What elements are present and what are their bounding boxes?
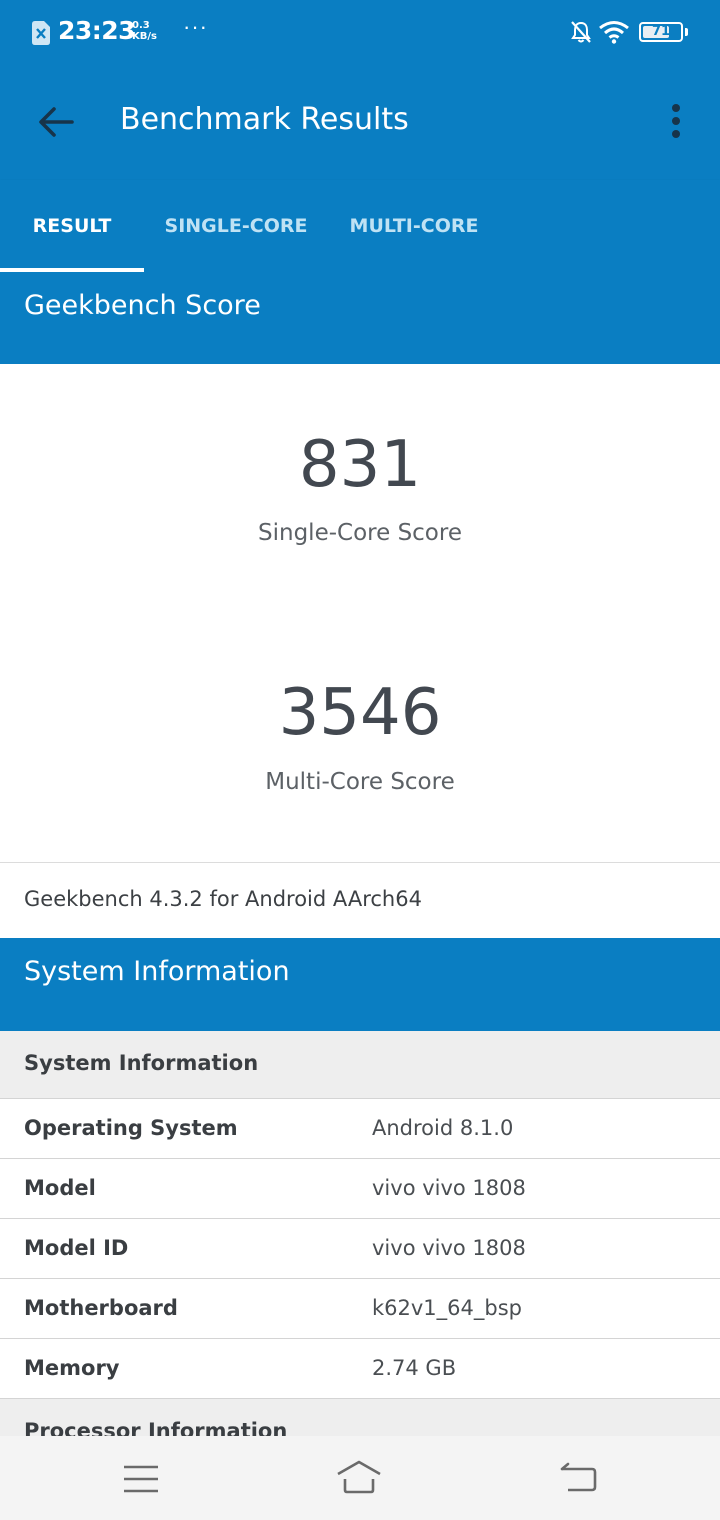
row-value: vivo vivo 1808	[372, 1236, 526, 1260]
network-speed-value: 0.3	[132, 20, 150, 31]
battery-indicator: 71	[639, 22, 683, 42]
table-row: Memory 2.74 GB	[0, 1339, 720, 1399]
single-core-label: Single-Core Score	[258, 520, 462, 546]
section-header-system-information: System Information	[0, 938, 720, 1031]
status-bar: 23:23 0.3 KB/s ··· 71	[0, 0, 720, 64]
wifi-icon	[599, 21, 629, 44]
network-speed-unit: KB/s	[132, 31, 157, 42]
network-speed: 0.3 KB/s	[132, 20, 164, 42]
group-title: System Information	[24, 1051, 259, 1075]
tab-bar: RESULT SINGLE-CORE MULTI-CORE	[0, 180, 720, 272]
row-key: Model	[24, 1176, 96, 1200]
back-icon[interactable]	[554, 1456, 600, 1502]
tab-result[interactable]: RESULT	[0, 180, 144, 272]
section-title: Geekbench Score	[24, 290, 261, 321]
table-row: Operating System Android 8.1.0	[0, 1099, 720, 1159]
row-key: Memory	[24, 1356, 120, 1380]
row-value: Android 8.1.0	[372, 1116, 514, 1140]
multi-core-label: Multi-Core Score	[265, 769, 455, 795]
bell-off-icon	[571, 21, 591, 43]
table-row: Motherboard k62v1_64_bsp	[0, 1279, 720, 1339]
arrow-left-icon[interactable]	[36, 104, 76, 140]
home-icon[interactable]	[336, 1456, 382, 1502]
sim-card-icon	[32, 21, 50, 45]
version-row: Geekbench 4.3.2 for Android AArch64	[0, 862, 720, 938]
row-value: k62v1_64_bsp	[372, 1296, 522, 1320]
battery-level: 71	[651, 24, 671, 39]
row-key: Operating System	[24, 1116, 238, 1140]
row-key: Motherboard	[24, 1296, 178, 1320]
version-text: Geekbench 4.3.2 for Android AArch64	[24, 887, 422, 911]
more-notifications-icon: ···	[183, 14, 208, 39]
more-vert-icon[interactable]	[664, 102, 688, 142]
clock: 23:23	[58, 16, 136, 45]
row-value: 2.74 GB	[372, 1356, 457, 1380]
row-value: vivo vivo 1808	[372, 1176, 526, 1200]
app-bar: Benchmark Results	[0, 64, 720, 180]
page-title: Benchmark Results	[120, 102, 409, 137]
section-title: System Information	[24, 956, 290, 987]
table-group-header: System Information	[0, 1031, 720, 1099]
single-core-score: 831	[298, 428, 422, 502]
tab-multi-core[interactable]: MULTI-CORE	[340, 180, 488, 272]
multi-core-score: 3546	[278, 676, 442, 750]
section-header-geekbench-score: Geekbench Score	[0, 272, 720, 364]
table-row: Model ID vivo vivo 1808	[0, 1219, 720, 1279]
navigation-bar	[0, 1436, 720, 1520]
battery-tip	[685, 28, 688, 36]
table-row: Model vivo vivo 1808	[0, 1159, 720, 1219]
tab-single-core[interactable]: SINGLE-CORE	[156, 180, 316, 272]
row-key: Model ID	[24, 1236, 129, 1260]
menu-icon[interactable]	[118, 1456, 164, 1502]
